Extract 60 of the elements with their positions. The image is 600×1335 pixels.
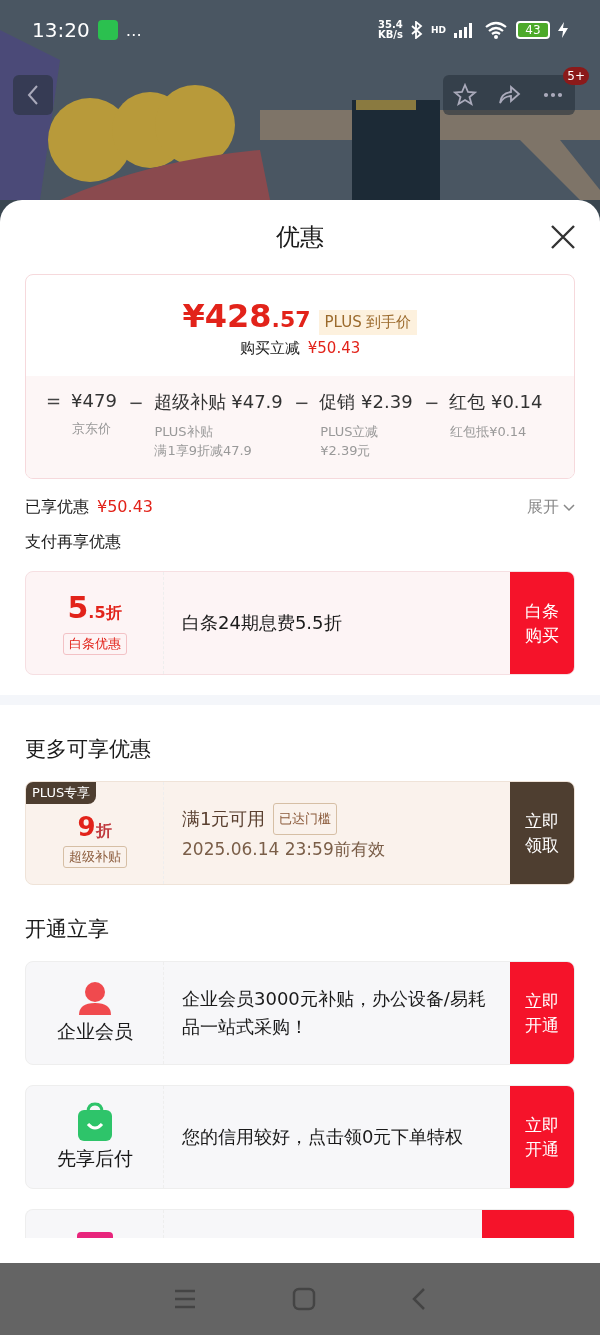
price-note: ¥2.39元 bbox=[320, 442, 372, 460]
expand-button[interactable]: 展开 bbox=[527, 497, 575, 518]
operator: − bbox=[128, 391, 144, 413]
discount-value: 9折 bbox=[77, 812, 112, 842]
wifi-icon bbox=[484, 21, 508, 39]
battery-level: 43 bbox=[516, 21, 550, 39]
star-icon[interactable] bbox=[453, 83, 477, 107]
activate-button[interactable]: 立即开通 bbox=[510, 1086, 574, 1188]
shopping-bag-icon bbox=[76, 1102, 113, 1142]
offer-tag: 白条优惠 bbox=[62, 632, 127, 655]
service-text: 您的信用较好，点击领0元下单特权 bbox=[182, 1125, 465, 1149]
section-subtitle: 支付再享优惠 bbox=[25, 532, 122, 553]
operator: − bbox=[294, 391, 310, 413]
back-button[interactable] bbox=[13, 75, 53, 115]
bluetooth-icon bbox=[411, 21, 423, 39]
coupon-ribbon: PLUS专享 bbox=[26, 782, 97, 804]
network-type: HD bbox=[431, 25, 446, 35]
service-text: 企业会员3000元补贴，办公设备/易耗品一站式采购！ bbox=[182, 987, 487, 1039]
section-title: 开通立享 bbox=[25, 916, 110, 943]
coupon-status: 已达门槛 bbox=[273, 803, 338, 835]
coupon-tag: 超级补贴 bbox=[62, 846, 127, 868]
discount-value: 5.5折 bbox=[67, 591, 122, 627]
price-note: PLUS补贴 bbox=[154, 423, 214, 441]
person-icon bbox=[76, 981, 113, 1015]
network-speed: 35.4 KB/s bbox=[378, 20, 403, 40]
buy-button[interactable]: 白条购买 bbox=[510, 572, 574, 674]
price-amount: 红包 ¥0.14 bbox=[449, 390, 543, 414]
price-note: 满1享9折减47.9 bbox=[154, 442, 253, 460]
activate-button[interactable]: 立即开通 bbox=[510, 962, 574, 1064]
notification-badge: 5+ bbox=[563, 67, 589, 85]
final-price: ¥428.57 bbox=[182, 297, 311, 335]
chat-app-icon bbox=[97, 20, 118, 40]
price-amount: ¥479 bbox=[71, 390, 117, 411]
app-icon bbox=[76, 1232, 113, 1238]
operator: − bbox=[424, 391, 440, 413]
reduction-amount: ¥50.43 bbox=[307, 339, 361, 358]
close-icon[interactable] bbox=[550, 224, 576, 250]
savings-label: 已享优惠 bbox=[25, 497, 89, 518]
charging-icon bbox=[558, 22, 568, 38]
coupon-title: 满1元可用 bbox=[182, 807, 266, 831]
price-amount: 超级补贴 ¥47.9 bbox=[153, 390, 283, 414]
chevron-left-icon bbox=[26, 84, 40, 106]
coupon-validity: 2025.06.14 23:59前有效 bbox=[182, 838, 386, 861]
reduction-label: 购买立减 bbox=[239, 339, 300, 358]
price-note: 京东价 bbox=[72, 420, 112, 438]
chevron-down-icon bbox=[563, 503, 575, 512]
price-tag: PLUS 到手价 bbox=[318, 310, 418, 335]
price-amount: 促销 ¥2.39 bbox=[319, 390, 413, 414]
claim-button[interactable]: 立即领取 bbox=[510, 782, 574, 884]
price-note: 红包抵¥0.14 bbox=[450, 423, 528, 441]
more-notifications: … bbox=[125, 20, 142, 40]
savings-amount: ¥50.43 bbox=[97, 497, 153, 518]
sheet-title: 优惠 bbox=[276, 222, 324, 253]
service-name: 先享后付 bbox=[56, 1146, 133, 1171]
service-name: 企业会员 bbox=[56, 1019, 133, 1044]
section-title: 更多可享优惠 bbox=[25, 736, 152, 763]
operator: = bbox=[46, 390, 62, 411]
offer-text: 白条24期息费5.5折 bbox=[182, 611, 343, 635]
clock: 13:20 bbox=[32, 18, 90, 42]
price-note: PLUS立减 bbox=[320, 423, 380, 441]
